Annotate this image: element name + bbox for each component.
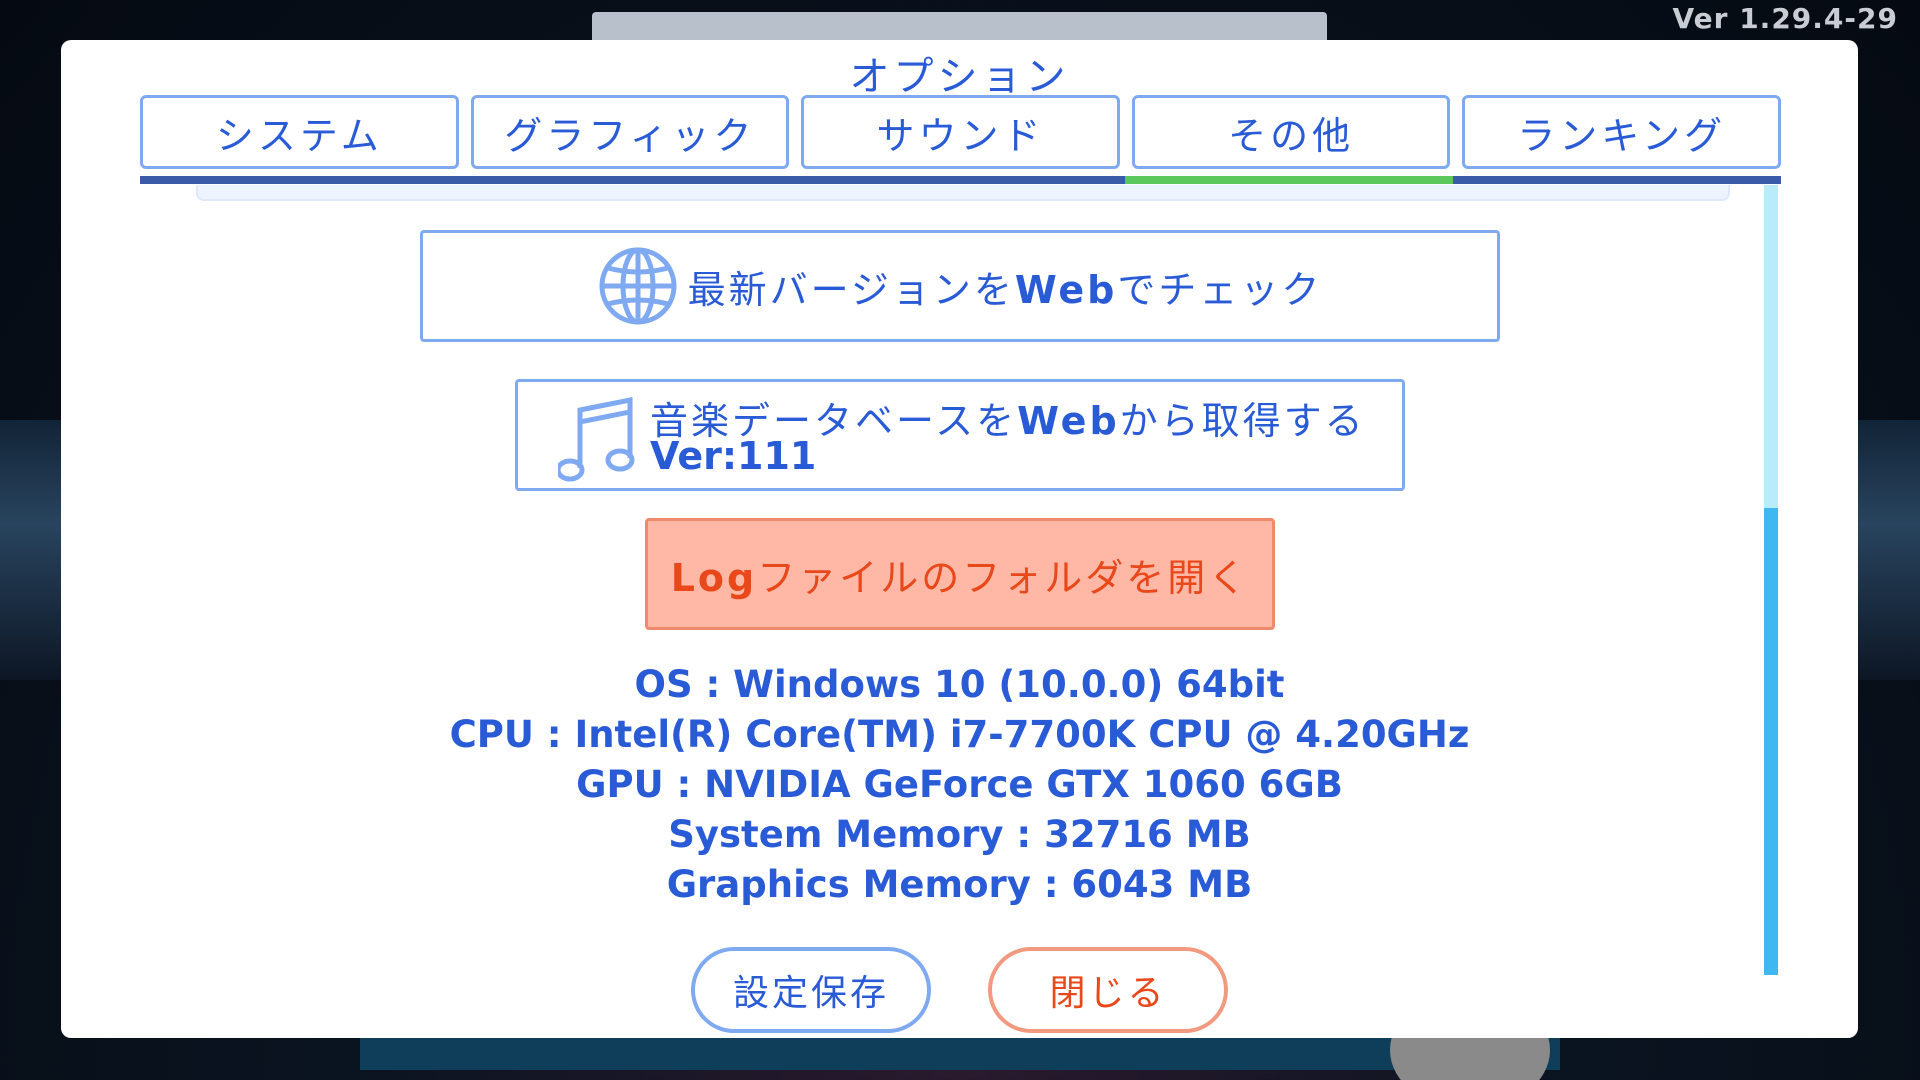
tab-indicator-strip [140,176,1781,184]
check-version-label: 最新バージョンをWebでチェック [687,267,1323,312]
version-label: Ver 1.29.4-29 [1672,2,1898,35]
cpu-info: CPU : Intel(R) Core(TM) i7-7700K CPU @ 4… [449,713,1470,756]
save-settings-button[interactable]: 設定保存 [691,947,931,1033]
fetch-music-database-button[interactable]: 音楽データベースをWebから取得する Ver:111 [515,379,1405,491]
tab-ranking[interactable]: ランキング [1462,95,1781,169]
globe-icon [599,247,677,325]
os-info: OS : Windows 10 (10.0.0) 64bit [634,663,1285,706]
background-city-right [1850,420,1920,680]
check-latest-version-button[interactable]: 最新バージョンをWebでチェック [420,230,1500,342]
close-button[interactable]: 閉じる [988,947,1228,1033]
tab-system[interactable]: システム [140,95,459,169]
system-memory-info: System Memory : 32716 MB [668,813,1251,856]
tab-sound[interactable]: サウンド [801,95,1120,169]
tab-other[interactable]: その他 [1131,95,1451,169]
scroll-content-edge [196,185,1730,201]
options-dialog: オプション システム グラフィック サウンド その他 ランキング 最新バージョン… [61,40,1858,1038]
tab-bar: システム グラフィック サウンド その他 ランキング [140,95,1781,175]
background-city-left [0,420,70,680]
gpu-info: GPU : NVIDIA GeForce GTX 1060 6GB [576,763,1343,806]
music-note-icon [558,396,635,482]
active-tab-indicator [1124,176,1453,184]
music-database-version: Ver:111 [650,434,817,478]
dialog-title: オプション [849,54,1070,100]
system-info: OS : Windows 10 (10.0.0) 64bit CPU : Int… [61,660,1858,910]
open-log-folder-button[interactable]: Logファイルのフォルダを開く [645,518,1275,630]
graphics-memory-info: Graphics Memory : 6043 MB [666,863,1253,906]
open-log-folder-label: Logファイルのフォルダを開く [670,555,1250,600]
tab-graphics[interactable]: グラフィック [470,95,790,169]
